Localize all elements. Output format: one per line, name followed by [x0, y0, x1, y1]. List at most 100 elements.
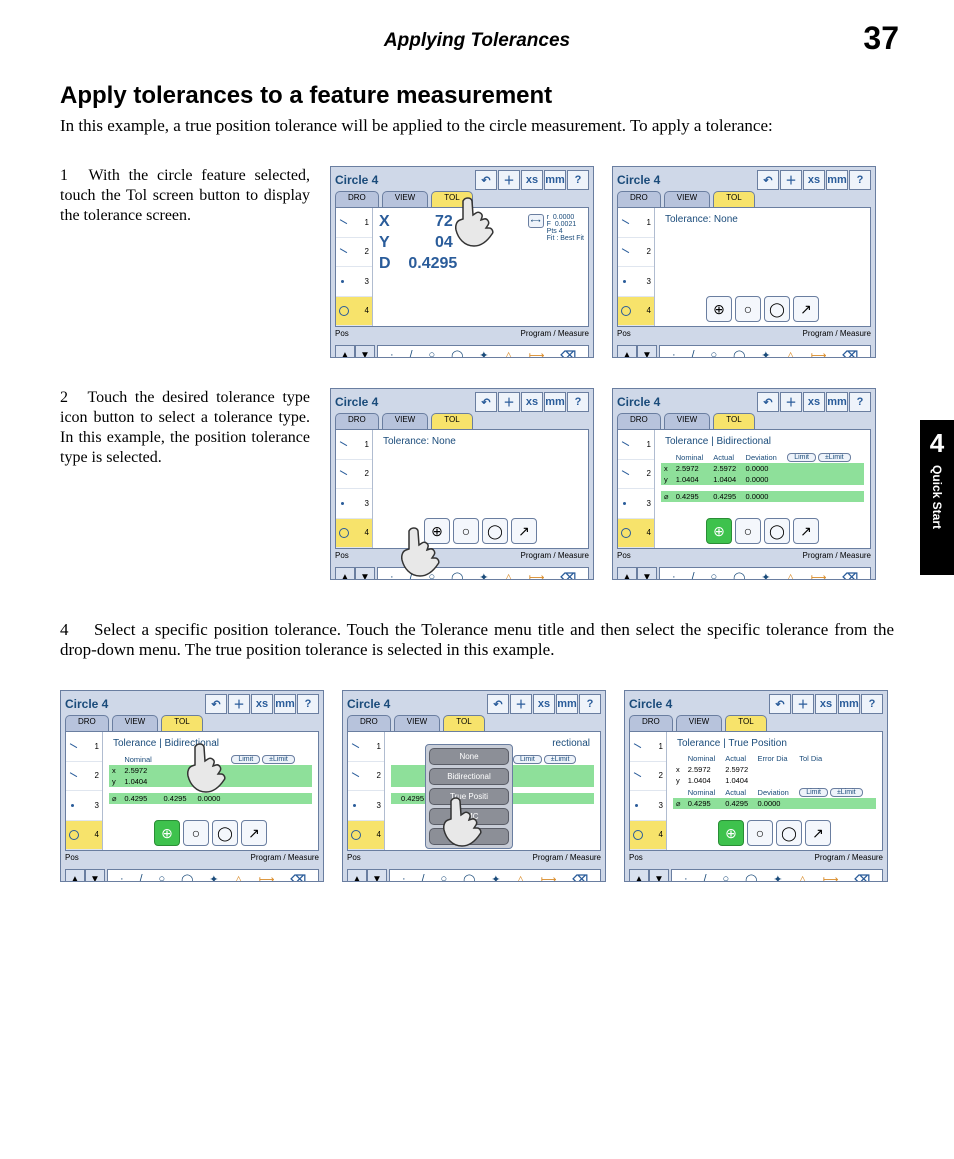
- circle-tool-icon[interactable]: ○: [711, 349, 718, 358]
- runout-tolerance-button[interactable]: ↗: [805, 820, 831, 846]
- feature-index[interactable]: 3: [365, 277, 369, 286]
- measure-tab[interactable]: Measure: [288, 853, 319, 862]
- feature-index[interactable]: 2: [95, 771, 99, 780]
- feature-index[interactable]: 1: [365, 440, 369, 449]
- line-tool-icon[interactable]: /: [692, 571, 695, 580]
- distance-tool-icon[interactable]: ⟼: [541, 873, 557, 883]
- tolerance-menu-title[interactable]: Tolerance | Bidirectional: [109, 736, 312, 751]
- position-tolerance-button[interactable]: ⊕: [154, 820, 180, 846]
- plus-limit-button[interactable]: ±Limit: [830, 788, 863, 797]
- undo-button[interactable]: ↶: [205, 694, 227, 714]
- tolerance-menu-title[interactable]: Tolerance: None: [661, 212, 864, 227]
- limit-button[interactable]: Limit: [231, 755, 260, 764]
- erase-tool-icon[interactable]: ⌫: [842, 571, 858, 581]
- circle-tool-icon[interactable]: ○: [441, 873, 448, 882]
- oval-tool-icon[interactable]: ◯: [733, 349, 745, 359]
- tab-dro[interactable]: DRO: [347, 715, 391, 731]
- plus-button[interactable]: ＋: [780, 392, 802, 412]
- unit-toggle[interactable]: ⟷: [528, 214, 544, 228]
- mm-button[interactable]: mm: [826, 392, 848, 412]
- erase-tool-icon[interactable]: ⌫: [290, 873, 306, 883]
- measure-tab[interactable]: Measure: [840, 551, 871, 560]
- runout-tolerance-button[interactable]: ↗: [793, 296, 819, 322]
- tolerance-menu-title[interactable]: Tolerance | True Position: [673, 736, 876, 751]
- arrow-up-button[interactable]: ▲: [617, 567, 637, 580]
- mm-button[interactable]: mm: [544, 392, 566, 412]
- runout-tolerance-button[interactable]: ↗: [241, 820, 267, 846]
- tab-tol[interactable]: TOL: [713, 413, 754, 429]
- arrow-up-button[interactable]: ▲: [617, 345, 637, 358]
- plus-button[interactable]: ＋: [510, 694, 532, 714]
- oval-tool-icon[interactable]: ◯: [463, 873, 475, 883]
- feature-index[interactable]: 4: [365, 306, 369, 315]
- arrow-up-button[interactable]: ▲: [335, 345, 355, 358]
- circle-tool-icon[interactable]: ○: [429, 571, 436, 580]
- oval-tool-icon[interactable]: ◯: [733, 571, 745, 581]
- triangle-tool-icon[interactable]: △: [516, 873, 524, 883]
- point-tool-icon[interactable]: ·: [390, 571, 394, 580]
- tab-view[interactable]: VIEW: [382, 413, 428, 429]
- mm-button[interactable]: mm: [838, 694, 860, 714]
- program-tab[interactable]: Program: [521, 551, 552, 560]
- plus-button[interactable]: ＋: [498, 170, 520, 190]
- dropdown-item-none[interactable]: None: [429, 748, 509, 765]
- measure-tab[interactable]: Measure: [570, 853, 601, 862]
- feature-index[interactable]: 2: [647, 247, 651, 256]
- feature-index[interactable]: 3: [95, 801, 99, 810]
- circularity-tolerance-button[interactable]: ◯: [764, 296, 790, 322]
- concentricity-tolerance-button[interactable]: ○: [183, 820, 209, 846]
- mm-button[interactable]: mm: [274, 694, 296, 714]
- help-button[interactable]: ?: [579, 694, 601, 714]
- concentricity-tolerance-button[interactable]: ○: [735, 296, 761, 322]
- circularity-tolerance-button[interactable]: ◯: [764, 518, 790, 544]
- dropdown-item-lmc[interactable]: LMC: [429, 828, 509, 845]
- tab-tol[interactable]: TOL: [725, 715, 766, 731]
- program-tab[interactable]: Program: [521, 329, 552, 338]
- tab-dro[interactable]: DRO: [335, 191, 379, 207]
- angle-tool-icon[interactable]: ✦: [761, 571, 770, 581]
- line-tool-icon[interactable]: /: [140, 873, 143, 882]
- oval-tool-icon[interactable]: ◯: [451, 349, 463, 359]
- tab-view[interactable]: VIEW: [664, 413, 710, 429]
- position-tolerance-button[interactable]: ⊕: [706, 296, 732, 322]
- circle-tool-icon[interactable]: ○: [711, 571, 718, 580]
- tolerance-menu-title[interactable]: Tolerance: None: [379, 434, 582, 449]
- dropdown-item-mmc[interactable]: MMC: [429, 808, 509, 825]
- feature-index[interactable]: 3: [647, 277, 651, 286]
- angle-tool-icon[interactable]: ✦: [209, 873, 218, 883]
- xs-button[interactable]: xs: [521, 392, 543, 412]
- feature-index[interactable]: 2: [659, 771, 663, 780]
- circularity-tolerance-button[interactable]: ◯: [212, 820, 238, 846]
- circularity-tolerance-button[interactable]: ◯: [482, 518, 508, 544]
- arrow-down-button[interactable]: ▼: [355, 567, 375, 580]
- help-button[interactable]: ?: [861, 694, 883, 714]
- limit-button[interactable]: Limit: [799, 788, 828, 797]
- arrow-down-button[interactable]: ▼: [355, 345, 375, 358]
- position-tolerance-button[interactable]: ⊕: [718, 820, 744, 846]
- position-tolerance-button[interactable]: ⊕: [706, 518, 732, 544]
- point-tool-icon[interactable]: ·: [672, 349, 676, 358]
- angle-tool-icon[interactable]: ✦: [761, 349, 770, 359]
- tab-tol[interactable]: TOL: [431, 191, 472, 207]
- tab-view[interactable]: VIEW: [664, 191, 710, 207]
- undo-button[interactable]: ↶: [769, 694, 791, 714]
- tab-dro[interactable]: DRO: [629, 715, 673, 731]
- tab-dro[interactable]: DRO: [335, 413, 379, 429]
- tab-tol[interactable]: TOL: [161, 715, 202, 731]
- mm-button[interactable]: mm: [544, 170, 566, 190]
- plus-button[interactable]: ＋: [792, 694, 814, 714]
- erase-tool-icon[interactable]: ⌫: [560, 349, 576, 359]
- circle-tool-icon[interactable]: ○: [159, 873, 166, 882]
- feature-index[interactable]: 3: [365, 499, 369, 508]
- arrow-down-button[interactable]: ▼: [367, 869, 387, 882]
- erase-tool-icon[interactable]: ⌫: [842, 349, 858, 359]
- feature-index[interactable]: 1: [95, 742, 99, 751]
- arrow-up-button[interactable]: ▲: [335, 567, 355, 580]
- feature-index[interactable]: 4: [647, 528, 651, 537]
- measure-tab[interactable]: Measure: [558, 551, 589, 560]
- plus-button[interactable]: ＋: [228, 694, 250, 714]
- concentricity-tolerance-button[interactable]: ○: [453, 518, 479, 544]
- position-tolerance-button[interactable]: ⊕: [424, 518, 450, 544]
- runout-tolerance-button[interactable]: ↗: [511, 518, 537, 544]
- angle-tool-icon[interactable]: ✦: [773, 873, 782, 883]
